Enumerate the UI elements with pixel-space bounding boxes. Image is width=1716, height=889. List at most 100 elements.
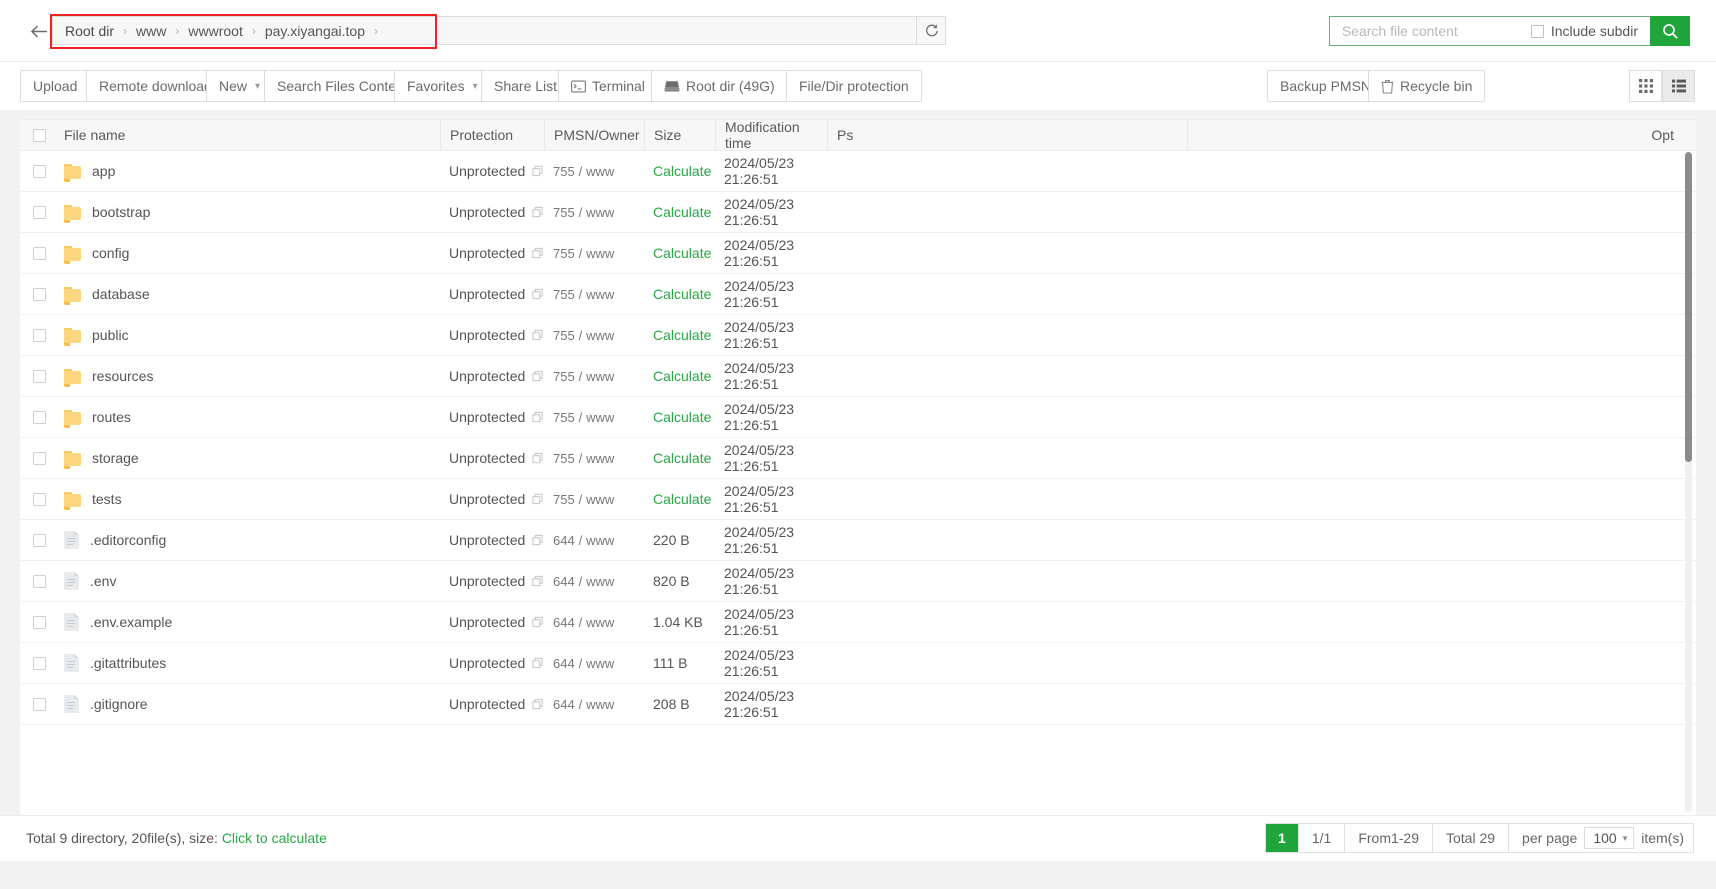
row-file-name[interactable]: routes — [92, 409, 131, 425]
column-header-pmsn-owner[interactable]: PMSN/Owner — [544, 119, 644, 151]
backup-pmsn-button[interactable]: Backup PMSN — [1267, 70, 1385, 102]
row-pmsn-owner-cell[interactable]: 644 / www — [544, 614, 644, 630]
row-size-cell[interactable]: Calculate — [644, 286, 715, 302]
row-pmsn-owner-cell[interactable]: 755 / www — [544, 286, 644, 302]
row-file-name-cell[interactable]: routes — [58, 409, 440, 428]
row-checkbox[interactable] — [32, 410, 46, 424]
row-size-cell[interactable]: Calculate — [644, 368, 715, 384]
row-file-name-cell[interactable]: tests — [58, 491, 440, 510]
row-file-name[interactable]: bootstrap — [92, 204, 150, 220]
refresh-button[interactable] — [916, 16, 946, 45]
select-all-checkbox[interactable] — [32, 128, 46, 142]
row-checkbox[interactable] — [32, 533, 46, 547]
row-size-cell[interactable]: Calculate — [644, 409, 715, 425]
row-file-name[interactable]: tests — [92, 491, 122, 507]
row-pmsn-owner-cell[interactable]: 755 / www — [544, 327, 644, 343]
row-checkbox[interactable] — [32, 328, 46, 342]
row-checkbox[interactable] — [32, 656, 46, 670]
row-size-cell[interactable]: Calculate — [644, 163, 715, 179]
click-to-calculate-link[interactable]: Click to calculate — [222, 830, 327, 846]
row-pmsn-owner-cell[interactable]: 755 / www — [544, 163, 644, 179]
shield-toggle-icon[interactable] — [532, 493, 543, 505]
recycle-bin-button[interactable]: Recycle bin — [1368, 70, 1486, 102]
shield-toggle-icon[interactable] — [532, 616, 543, 628]
row-size-cell[interactable]: Calculate — [644, 327, 715, 343]
table-row[interactable]: public Unprotected 755 / www Calculate 2024/… — [20, 315, 1696, 356]
row-checkbox[interactable] — [32, 246, 46, 260]
row-size-cell[interactable]: Calculate — [644, 204, 715, 220]
upload-button[interactable]: Upload — [20, 70, 91, 102]
row-file-name[interactable]: config — [92, 245, 129, 261]
row-checkbox[interactable] — [32, 164, 46, 178]
breadcrumb-item-www[interactable]: www — [136, 23, 166, 39]
table-row[interactable]: app Unprotected 755 / www Calculate 2024/05/… — [20, 151, 1696, 192]
row-checkbox[interactable] — [32, 615, 46, 629]
search-submit-button[interactable] — [1650, 16, 1690, 46]
root-dir-button[interactable]: Root dir (49G) — [651, 70, 788, 102]
row-file-name-cell[interactable]: storage — [58, 450, 440, 469]
table-row[interactable]: resources Unprotected 755 / www Calculate 20… — [20, 356, 1696, 397]
row-file-name-cell[interactable]: .env.example — [58, 613, 440, 631]
shield-toggle-icon[interactable] — [532, 247, 543, 259]
row-size-cell[interactable]: Calculate — [644, 245, 715, 261]
row-file-name[interactable]: .env — [90, 573, 116, 589]
search-input[interactable] — [1339, 22, 1517, 40]
include-subdir-toggle[interactable]: Include subdir — [1526, 16, 1650, 46]
remote-download-button[interactable]: Remote download — [86, 70, 225, 102]
row-size-cell[interactable]: Calculate — [644, 491, 715, 507]
table-row[interactable]: tests Unprotected 755 / www Calculate 2024/0… — [20, 479, 1696, 520]
column-header-file-name[interactable]: File name — [58, 127, 440, 143]
row-file-name-cell[interactable]: database — [58, 286, 440, 305]
shield-toggle-icon[interactable] — [532, 329, 543, 341]
row-pmsn-owner-cell[interactable]: 644 / www — [544, 655, 644, 671]
shield-toggle-icon[interactable] — [532, 698, 543, 710]
row-pmsn-owner-cell[interactable]: 755 / www — [544, 368, 644, 384]
row-pmsn-owner-cell[interactable]: 644 / www — [544, 696, 644, 712]
table-row[interactable]: bootstrap Unprotected 755 / www Calculate 20… — [20, 192, 1696, 233]
row-file-name[interactable]: app — [92, 163, 115, 179]
per-page-select[interactable]: 100 ▾ — [1584, 827, 1635, 849]
row-file-name-cell[interactable]: .gitignore — [58, 695, 440, 713]
grid-view-button[interactable] — [1629, 70, 1662, 102]
row-pmsn-owner-cell[interactable]: 755 / www — [544, 409, 644, 425]
row-pmsn-owner-cell[interactable]: 755 / www — [544, 450, 644, 466]
shield-toggle-icon[interactable] — [532, 288, 543, 300]
row-file-name[interactable]: .editorconfig — [90, 532, 166, 548]
row-pmsn-owner-cell[interactable]: 755 / www — [544, 491, 644, 507]
table-row[interactable]: config Unprotected 755 / www Calculate 2024/… — [20, 233, 1696, 274]
row-file-name-cell[interactable]: public — [58, 327, 440, 346]
row-checkbox[interactable] — [32, 287, 46, 301]
row-pmsn-owner-cell[interactable]: 644 / www — [544, 573, 644, 589]
table-row[interactable]: .env Unprotected 644 / www 820 B 2024/05/23 … — [20, 561, 1696, 602]
back-button[interactable] — [28, 20, 50, 42]
include-subdir-checkbox[interactable] — [1530, 24, 1544, 38]
row-checkbox[interactable] — [32, 574, 46, 588]
shield-toggle-icon[interactable] — [532, 370, 543, 382]
table-scrollbar-thumb[interactable] — [1685, 152, 1692, 462]
row-file-name[interactable]: database — [92, 286, 150, 302]
column-header-size[interactable]: Size — [644, 119, 715, 151]
breadcrumb[interactable]: Root dir › www › wwwroot › pay.xiyangai.… — [52, 16, 916, 45]
row-file-name-cell[interactable]: .gitattributes — [58, 654, 440, 672]
row-file-name[interactable]: .gitattributes — [90, 655, 166, 671]
table-row[interactable]: .env.example Unprotected 644 / www 1.04 KB 2… — [20, 602, 1696, 643]
row-file-name-cell[interactable]: .editorconfig — [58, 531, 440, 549]
favorites-button[interactable]: Favorites ▾ — [394, 70, 491, 102]
table-row[interactable]: database Unprotected 755 / www Calculate 202… — [20, 274, 1696, 315]
breadcrumb-item-wwwroot[interactable]: wwwroot — [188, 23, 242, 39]
file-dir-protection-button[interactable]: File/Dir protection — [786, 70, 922, 102]
shield-toggle-icon[interactable] — [532, 165, 543, 177]
row-file-name-cell[interactable]: bootstrap — [58, 204, 440, 223]
row-file-name[interactable]: resources — [92, 368, 153, 384]
page-1-button[interactable]: 1 — [1266, 824, 1299, 852]
row-file-name-cell[interactable]: app — [58, 163, 440, 182]
row-file-name-cell[interactable]: resources — [58, 368, 440, 387]
breadcrumb-item-site[interactable]: pay.xiyangai.top — [265, 23, 365, 39]
shield-toggle-icon[interactable] — [532, 534, 543, 546]
row-file-name-cell[interactable]: config — [58, 245, 440, 264]
terminal-button[interactable]: Terminal — [558, 70, 658, 102]
row-checkbox[interactable] — [32, 697, 46, 711]
shield-toggle-icon[interactable] — [532, 452, 543, 464]
share-list-button[interactable]: Share List — [481, 70, 571, 102]
row-file-name[interactable]: .gitignore — [90, 696, 148, 712]
